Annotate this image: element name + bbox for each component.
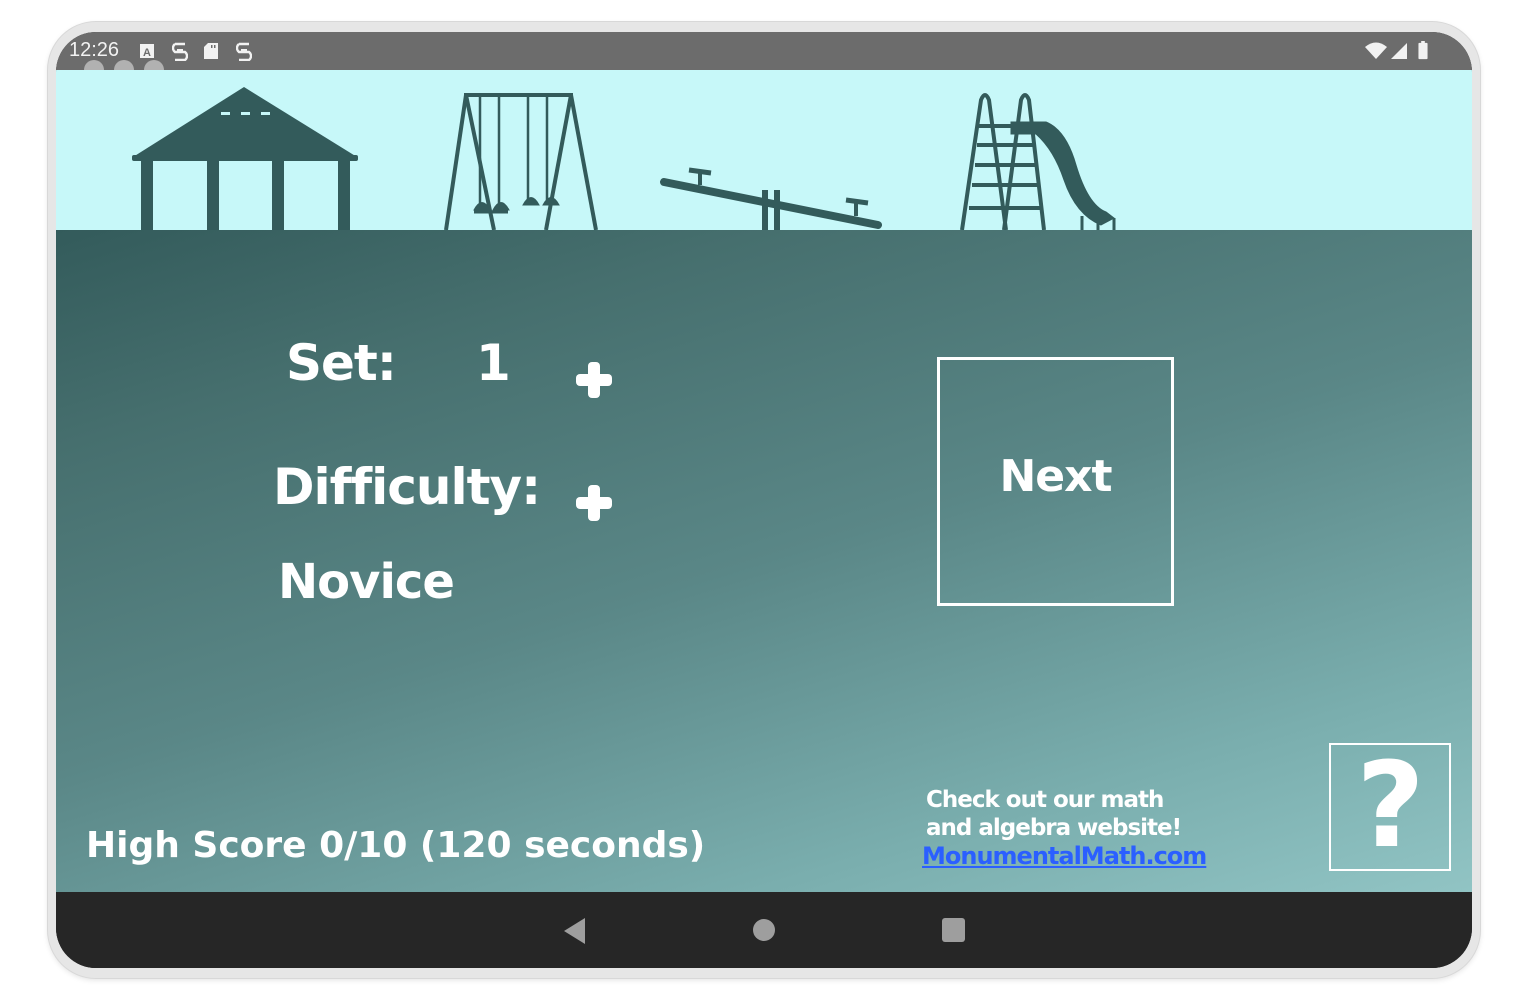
promo-block: Check out our math and algebra website! … <box>922 786 1207 870</box>
device-screen: 12:26 A Set: 1 Difficulty: Novice Next H… <box>56 32 1472 968</box>
a-notification-icon: A <box>140 44 154 59</box>
set-value: 1 <box>476 334 511 392</box>
next-button-label: Next <box>999 451 1112 502</box>
difficulty-label: Difficulty: <box>273 458 541 516</box>
back-icon[interactable] <box>564 918 585 944</box>
svg-text:A: A <box>143 47 151 59</box>
difficulty-value: Novice <box>278 554 455 610</box>
set-label: Set: <box>286 334 397 392</box>
playground-silhouette <box>132 87 1116 230</box>
help-button[interactable]: ? <box>1329 743 1451 871</box>
next-button[interactable]: Next <box>937 357 1174 606</box>
game-menu: Set: 1 Difficulty: Novice Next High Scor… <box>56 230 1472 892</box>
status-time: 12:26 <box>69 39 120 61</box>
sd-card-icon <box>204 43 218 59</box>
sim-icon <box>236 42 252 61</box>
cell-signal-icon <box>1391 43 1407 59</box>
increment-difficulty-button[interactable] <box>574 483 614 523</box>
battery-icon <box>1418 41 1428 60</box>
seesaw-icon <box>660 167 882 230</box>
promo-line-1: Check out our math <box>926 787 1164 813</box>
status-bar: 12:26 A <box>56 32 1472 80</box>
gazebo-icon <box>132 87 358 230</box>
wifi-icon <box>1365 42 1387 59</box>
increment-set-button[interactable] <box>574 360 614 400</box>
website-link[interactable]: MonumentalMath.com <box>922 842 1207 870</box>
recents-icon[interactable] <box>942 918 965 942</box>
slide-icon <box>960 93 1116 230</box>
home-icon[interactable] <box>753 919 775 941</box>
promo-line-2: and algebra website! <box>926 815 1182 841</box>
high-score: High Score 0/10 (120 seconds) <box>86 825 706 866</box>
question-mark-icon: ? <box>1356 736 1424 874</box>
swing-set-icon <box>444 93 598 230</box>
navigation-bar <box>56 892 1472 968</box>
playground-skyline <box>56 70 1472 230</box>
sim-icon <box>172 42 188 61</box>
